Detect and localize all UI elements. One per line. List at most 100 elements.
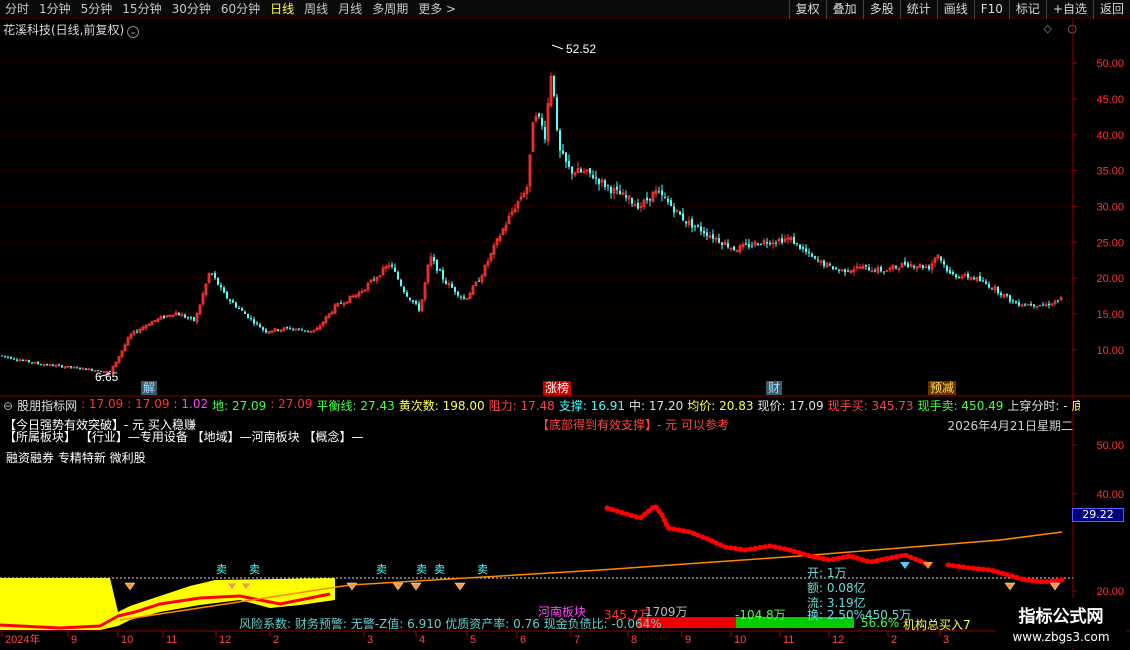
x-axis-label-13: 10 bbox=[734, 634, 746, 646]
candle-body bbox=[880, 266, 882, 272]
x-axis-label-14: 11 bbox=[783, 634, 794, 646]
candle-body bbox=[262, 327, 264, 330]
candle-body bbox=[1024, 304, 1026, 306]
indicator-name[interactable]: 股朋指标网 bbox=[17, 397, 77, 414]
candle-body bbox=[76, 367, 78, 369]
candle-body bbox=[868, 267, 870, 271]
candle-body bbox=[733, 246, 735, 251]
candle-body bbox=[997, 286, 999, 294]
candle-body bbox=[706, 232, 708, 236]
candle-body bbox=[85, 368, 87, 370]
candle-body bbox=[217, 277, 219, 285]
candle-body bbox=[31, 362, 33, 364]
candle-body bbox=[433, 257, 435, 262]
indicator-value-7: 阻力: 17.48 bbox=[488, 399, 555, 413]
candle-body bbox=[289, 328, 291, 330]
signal-diamond-icon bbox=[392, 582, 404, 591]
candle-body bbox=[412, 300, 414, 302]
candle-body bbox=[451, 283, 453, 288]
main-axis-tick-label: 20.00 bbox=[1096, 273, 1124, 285]
x-axis-label-6: 3 bbox=[367, 634, 373, 646]
candle-body bbox=[58, 364, 60, 366]
candle-body bbox=[1000, 292, 1002, 296]
candle-body bbox=[61, 365, 63, 368]
candle-body bbox=[391, 264, 393, 267]
candle-body bbox=[661, 190, 663, 196]
indicator-value-14: 上穿分时: - bbox=[1007, 399, 1068, 413]
candle-body bbox=[1048, 303, 1050, 306]
signal-diamond-icon bbox=[454, 582, 466, 591]
signal-diamond-icon bbox=[410, 582, 422, 591]
candle-body bbox=[610, 186, 612, 194]
candle-body bbox=[598, 178, 600, 185]
candle-body bbox=[631, 198, 633, 204]
candle-body bbox=[457, 291, 459, 296]
candle-body bbox=[766, 242, 768, 244]
candle-body bbox=[907, 263, 909, 267]
candle-body bbox=[1012, 300, 1014, 302]
kline-chart[interactable]: 50.00 45.00 40.00 35.00 30.00 25.00 20.00 15.00… bbox=[0, 0, 1130, 650]
candle-body bbox=[847, 270, 849, 272]
indicator-value-5: 平衡线: 27.43 bbox=[316, 399, 395, 413]
signal-diamond-icon bbox=[346, 582, 358, 591]
candle-body bbox=[697, 225, 699, 227]
candle-body bbox=[745, 243, 747, 245]
candle-body bbox=[394, 267, 396, 272]
candle-body bbox=[781, 238, 783, 243]
candle-body bbox=[211, 273, 213, 275]
signal-diamond-icon bbox=[1049, 582, 1061, 591]
candle-body bbox=[646, 197, 648, 201]
x-axis-label-16: 2 bbox=[891, 634, 897, 646]
candle-body bbox=[952, 271, 954, 275]
x-axis-label-0: 2024年 bbox=[5, 632, 40, 646]
candle-body bbox=[439, 269, 441, 271]
candle-body bbox=[751, 245, 753, 247]
candle-body bbox=[46, 364, 48, 366]
candle-body bbox=[1006, 294, 1008, 296]
candle-body bbox=[973, 277, 975, 280]
candle-body bbox=[712, 234, 714, 239]
candle-body bbox=[637, 202, 639, 209]
candle-body bbox=[922, 265, 924, 269]
candle-body bbox=[979, 275, 981, 282]
candle-body bbox=[649, 198, 651, 201]
candle-body bbox=[286, 327, 288, 329]
candle-body bbox=[595, 177, 597, 179]
candle-body bbox=[340, 302, 342, 304]
candle-body bbox=[235, 302, 237, 308]
event-tag-1: 涨榜 bbox=[545, 380, 569, 395]
candle-body bbox=[28, 359, 30, 363]
candle-body bbox=[1057, 300, 1059, 302]
risk-info: 风险系数: 财务预警: 无警-Z值: 6.910 优质资产率: 0.76 现金负… bbox=[239, 617, 662, 631]
indicator-value-4: : 27.09 bbox=[270, 397, 313, 411]
candle-body bbox=[658, 191, 660, 193]
candle-body bbox=[304, 330, 306, 332]
candle-body bbox=[553, 75, 555, 96]
candle-body bbox=[838, 269, 840, 271]
x-axis-label-10: 7 bbox=[574, 634, 580, 646]
candle-body bbox=[718, 238, 720, 243]
indicator-bar: ⊖ 股朋指标网 : 17.09: 17.09: 1.02 地: 27.09: 27… bbox=[0, 397, 1080, 414]
sell-signal-2: 卖 bbox=[376, 563, 387, 576]
candle-body bbox=[178, 312, 180, 316]
sell-signal-1: 卖 bbox=[249, 563, 260, 576]
candle-body bbox=[409, 297, 411, 300]
candle-body bbox=[187, 317, 189, 319]
indicator-value-2: : 1.02 bbox=[173, 397, 209, 411]
candle-body bbox=[229, 299, 231, 302]
event-tag-2: 财 bbox=[768, 381, 780, 395]
candle-body bbox=[184, 314, 186, 318]
candle-body bbox=[589, 168, 591, 174]
candle-body bbox=[982, 280, 984, 282]
candle-body bbox=[250, 318, 252, 320]
candle-body bbox=[37, 362, 39, 364]
candle-body bbox=[760, 243, 762, 245]
candle-body bbox=[1018, 302, 1020, 306]
settings-icon[interactable]: ⊖ bbox=[3, 399, 13, 413]
candle-body bbox=[442, 269, 444, 280]
date-display: 2026年4月21日星期二 bbox=[947, 419, 1073, 433]
lower-axis-tick-label: 50.00 bbox=[1096, 440, 1124, 452]
candle-body bbox=[667, 198, 669, 202]
watermark-url: www.zbgs3.com bbox=[1012, 630, 1110, 644]
candle-body bbox=[865, 264, 867, 267]
